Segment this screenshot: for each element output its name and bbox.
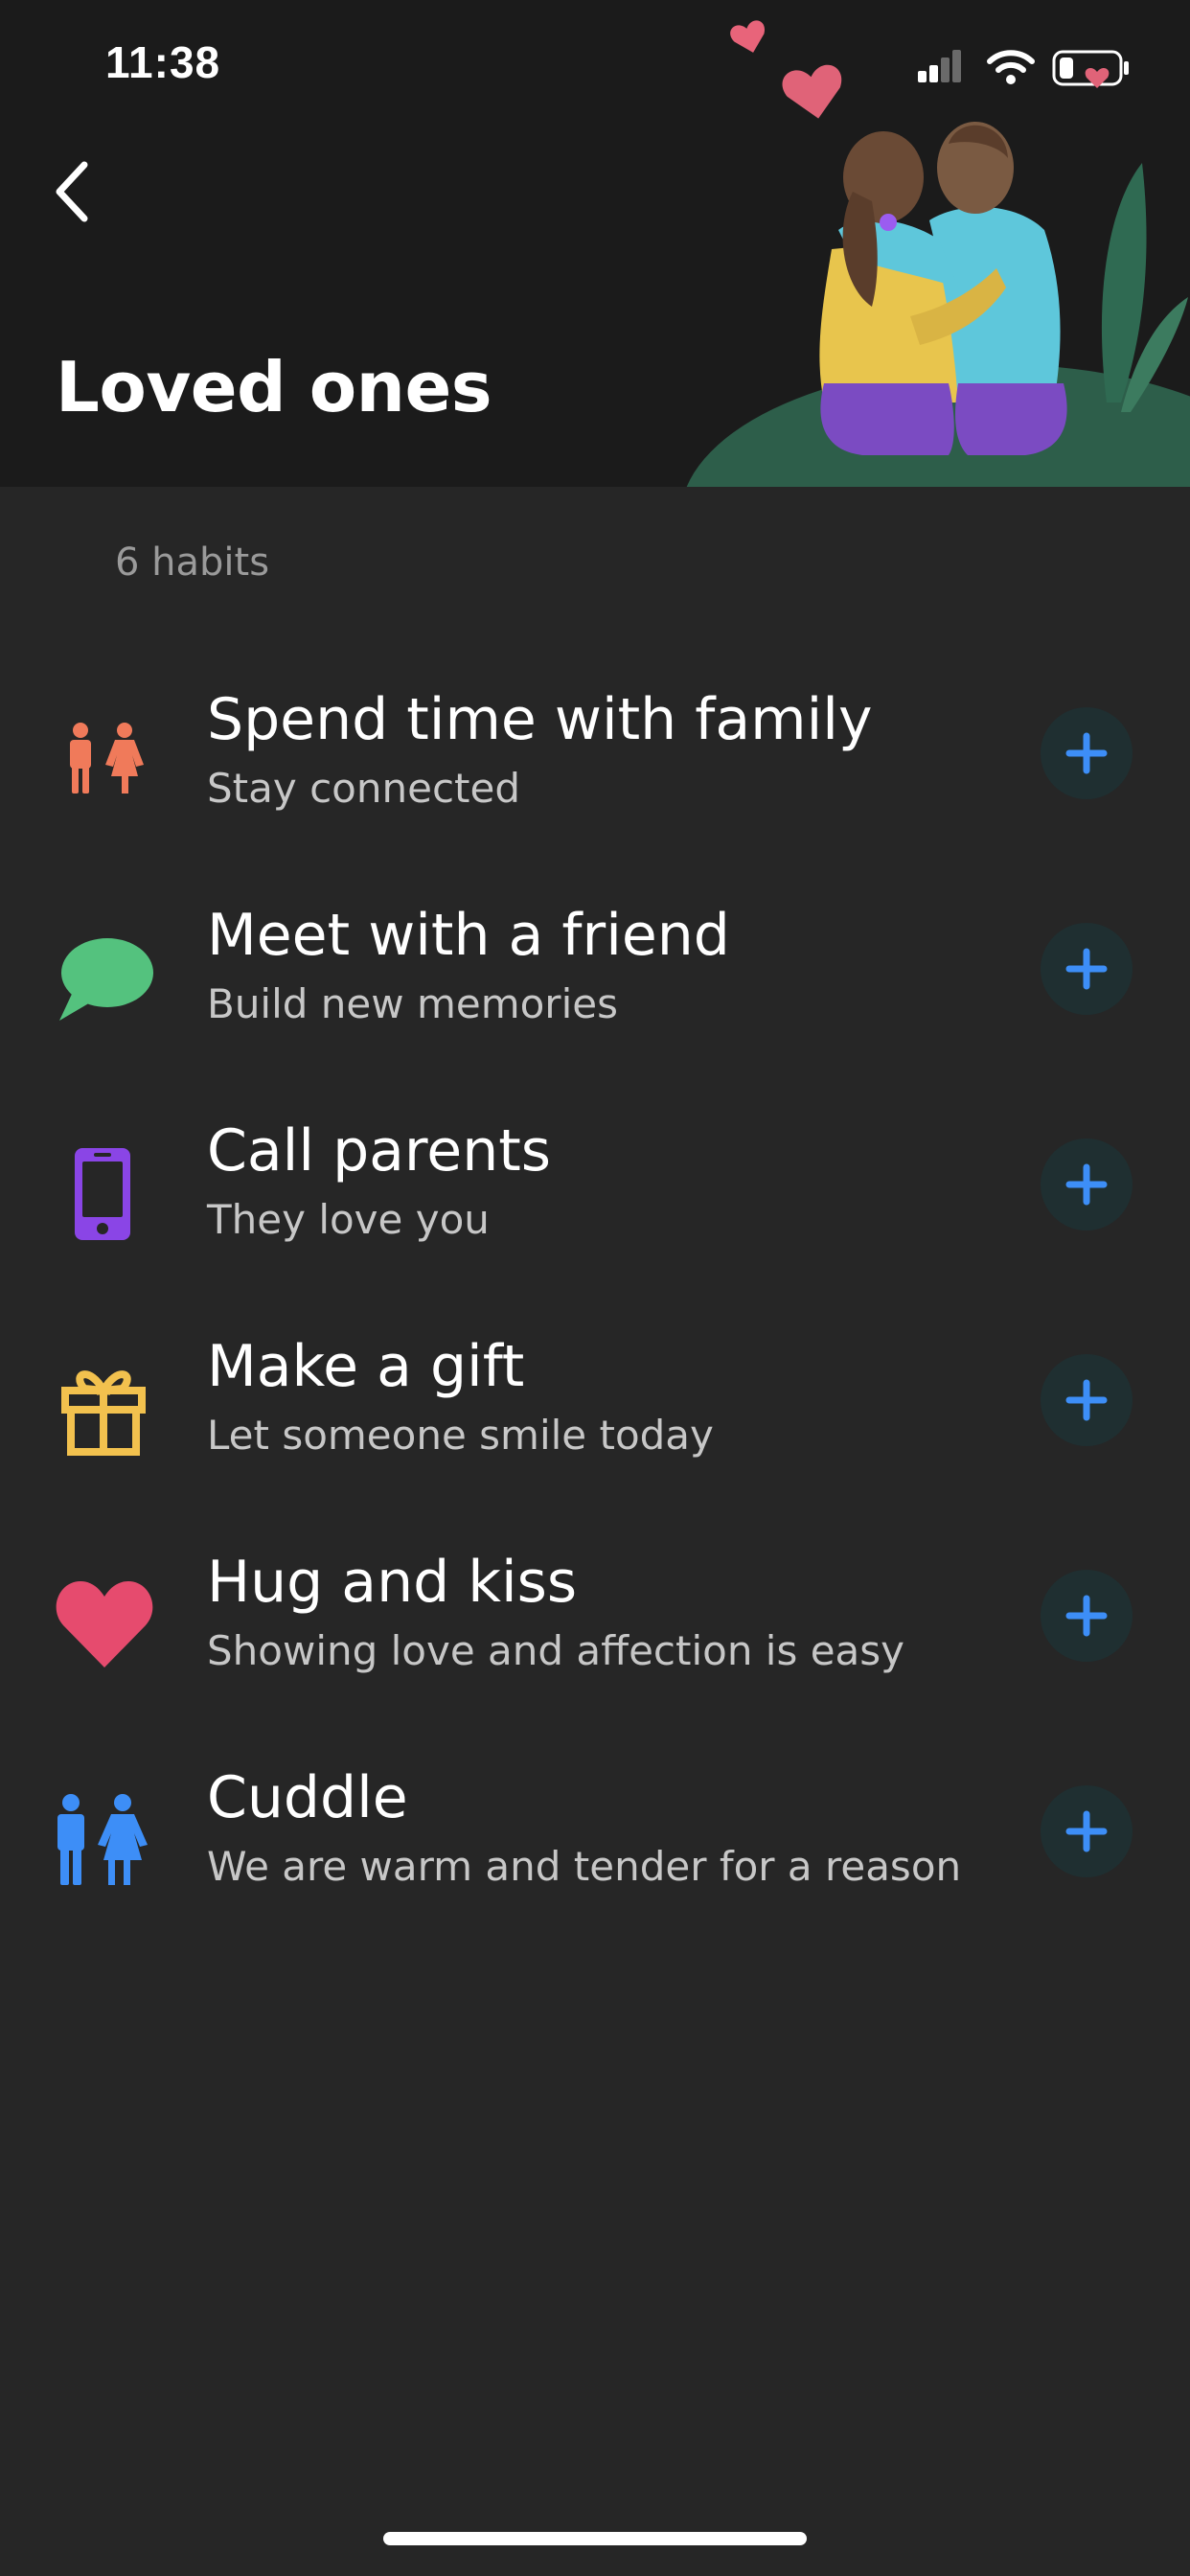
habit-row-call-parents[interactable]: Call parents They love you <box>0 1092 1190 1308</box>
habit-subtitle: We are warm and tender for a reason <box>207 1843 962 1890</box>
add-habit-button[interactable] <box>1041 1785 1133 1877</box>
speech-bubble-icon <box>59 938 153 1021</box>
habit-subtitle: Stay connected <box>207 765 520 812</box>
family-icon <box>70 723 144 794</box>
add-habit-button[interactable] <box>1041 1570 1133 1662</box>
habit-row-spend-time-with-family[interactable]: Spend time with family Stay connected <box>0 661 1190 877</box>
habit-title: Meet with a friend <box>207 902 730 969</box>
gift-icon <box>61 1370 146 1456</box>
plus-icon <box>1065 732 1108 774</box>
plus-icon <box>1065 1379 1108 1421</box>
habit-row-cuddle[interactable]: Cuddle We are warm and tender for a reas… <box>0 1739 1190 1955</box>
heart-icon <box>56 1581 153 1668</box>
habit-row-make-a-gift[interactable]: Make a gift Let someone smile today <box>0 1308 1190 1524</box>
chevron-left-icon <box>56 161 88 222</box>
couple-hugging-illustration <box>686 20 1190 487</box>
habit-title: Call parents <box>207 1117 552 1184</box>
plus-icon <box>1065 948 1108 990</box>
add-habit-button[interactable] <box>1041 1354 1133 1446</box>
phone-icon <box>75 1148 130 1240</box>
habit-subtitle: Showing love and affection is easy <box>207 1627 905 1674</box>
habit-row-meet-with-a-friend[interactable]: Meet with a friend Build new memories <box>0 877 1190 1092</box>
habit-list: Spend time with family Stay connected Me… <box>0 661 1190 1955</box>
page-title: Loved ones <box>56 347 492 427</box>
habit-count: 6 habits <box>115 540 270 585</box>
home-indicator[interactable] <box>383 2532 807 2545</box>
back-button[interactable] <box>48 153 105 230</box>
habit-subtitle: Let someone smile today <box>207 1412 714 1459</box>
header: 11:38 Loved ones <box>0 0 1190 487</box>
plus-icon <box>1065 1163 1108 1206</box>
add-habit-button[interactable] <box>1041 707 1133 799</box>
habit-title: Make a gift <box>207 1333 525 1400</box>
status-time: 11:38 <box>105 37 221 87</box>
plus-icon <box>1065 1595 1108 1637</box>
plus-icon <box>1065 1810 1108 1852</box>
add-habit-button[interactable] <box>1041 1138 1133 1230</box>
habit-title: Spend time with family <box>207 686 873 753</box>
habit-row-hug-and-kiss[interactable]: Hug and kiss Showing love and affection … <box>0 1524 1190 1739</box>
habit-subtitle: Build new memories <box>207 980 618 1027</box>
habit-subtitle: They love you <box>207 1196 490 1243</box>
couple-icon <box>57 1794 148 1885</box>
habit-title: Hug and kiss <box>207 1549 578 1616</box>
add-habit-button[interactable] <box>1041 923 1133 1015</box>
habit-title: Cuddle <box>207 1764 408 1831</box>
